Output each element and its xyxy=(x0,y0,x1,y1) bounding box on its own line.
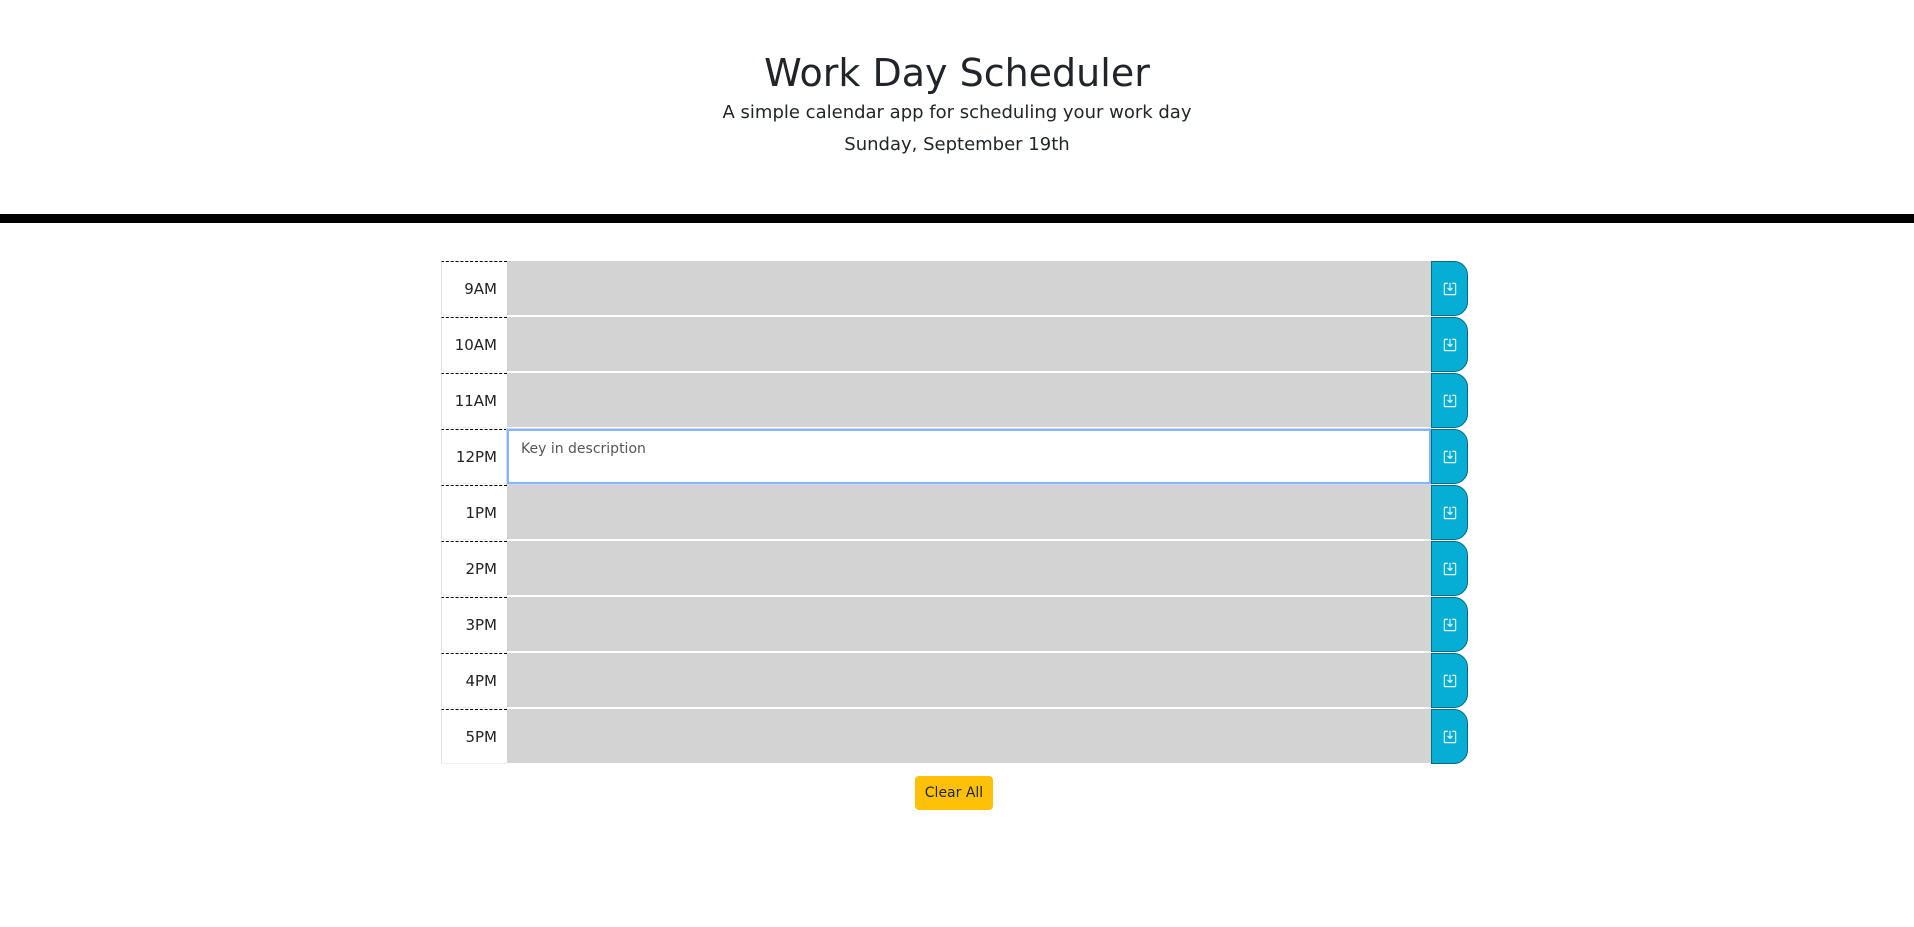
hour-label: 9AM xyxy=(441,261,507,316)
save-icon xyxy=(1443,674,1456,687)
description-input[interactable] xyxy=(507,317,1431,372)
time-block: 12PM xyxy=(441,429,1468,485)
save-button[interactable] xyxy=(1431,597,1468,652)
save-icon xyxy=(1443,618,1456,631)
hour-label: 10AM xyxy=(441,317,507,372)
hour-label: 3PM xyxy=(441,597,507,652)
header: Work Day Scheduler A simple calendar app… xyxy=(0,0,1914,223)
clear-area: Clear All xyxy=(915,776,993,810)
save-button[interactable] xyxy=(1431,485,1468,540)
save-icon xyxy=(1443,450,1456,463)
time-block: 3PM xyxy=(441,597,1468,653)
save-button[interactable] xyxy=(1431,709,1468,764)
description-input[interactable] xyxy=(507,653,1431,708)
description-input[interactable] xyxy=(507,429,1431,484)
clear-all-button[interactable]: Clear All xyxy=(915,776,993,810)
description-input[interactable] xyxy=(507,597,1431,652)
save-button[interactable] xyxy=(1431,653,1468,708)
hour-label: 5PM xyxy=(441,709,507,764)
save-icon xyxy=(1443,506,1456,519)
save-button[interactable] xyxy=(1431,261,1468,316)
time-block: 5PM xyxy=(441,709,1468,765)
hour-label: 4PM xyxy=(441,653,507,708)
page-title: Work Day Scheduler xyxy=(764,51,1150,95)
page-subtitle: A simple calendar app for scheduling you… xyxy=(722,102,1192,123)
description-input[interactable] xyxy=(507,709,1431,764)
save-icon xyxy=(1443,394,1456,407)
hour-label: 11AM xyxy=(441,373,507,428)
hour-label: 12PM xyxy=(441,429,507,484)
time-block: 11AM xyxy=(441,373,1468,429)
time-block: 9AM xyxy=(441,261,1468,317)
time-block: 4PM xyxy=(441,653,1468,709)
time-block: 2PM xyxy=(441,541,1468,597)
description-input[interactable] xyxy=(507,485,1431,540)
save-icon xyxy=(1443,562,1456,575)
save-button[interactable] xyxy=(1431,373,1468,428)
save-icon xyxy=(1443,338,1456,351)
save-icon xyxy=(1443,730,1456,743)
save-button[interactable] xyxy=(1431,429,1468,484)
time-block: 1PM xyxy=(441,485,1468,541)
save-button[interactable] xyxy=(1431,317,1468,372)
schedule-container: 9AM 10AM 11AM 12PM 1PM 2PM xyxy=(441,261,1468,765)
hour-label: 1PM xyxy=(441,485,507,540)
save-button[interactable] xyxy=(1431,541,1468,596)
description-input[interactable] xyxy=(507,373,1431,428)
time-block: 10AM xyxy=(441,317,1468,373)
current-day: Sunday, September 19th xyxy=(844,134,1070,155)
save-icon xyxy=(1443,282,1456,295)
description-input[interactable] xyxy=(507,261,1431,316)
description-input[interactable] xyxy=(507,541,1431,596)
hour-label: 2PM xyxy=(441,541,507,596)
